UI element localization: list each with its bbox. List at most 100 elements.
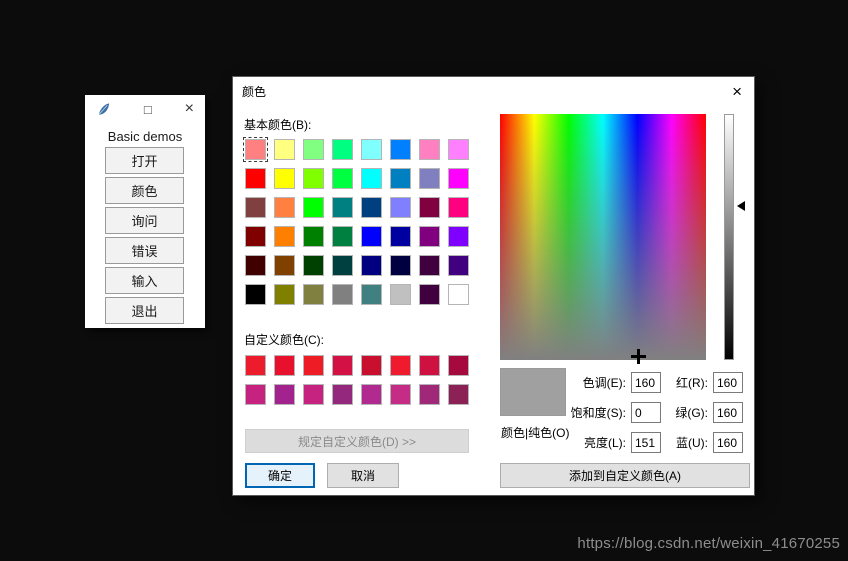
color-swatch[interactable] bbox=[419, 355, 440, 376]
color-swatch[interactable] bbox=[274, 355, 295, 376]
cancel-button[interactable]: 取消 bbox=[327, 463, 399, 488]
demo-window-titlebar[interactable]: □ × bbox=[85, 95, 205, 123]
color-swatch[interactable] bbox=[361, 226, 382, 247]
color-swatch[interactable] bbox=[303, 226, 324, 247]
green-label: 绿(G): bbox=[663, 404, 711, 421]
color-swatch[interactable] bbox=[274, 197, 295, 218]
color-swatch[interactable] bbox=[303, 168, 324, 189]
color-swatch[interactable] bbox=[303, 355, 324, 376]
color-swatch[interactable] bbox=[245, 168, 266, 189]
demo-button-open[interactable]: 打开 bbox=[105, 147, 184, 174]
color-swatch[interactable] bbox=[419, 197, 440, 218]
basic-colors-grid bbox=[245, 139, 469, 305]
color-swatch[interactable] bbox=[448, 168, 469, 189]
add-to-custom-colors-button[interactable]: 添加到自定义颜色(A) bbox=[500, 463, 750, 488]
color-swatch[interactable] bbox=[361, 168, 382, 189]
color-swatch[interactable] bbox=[390, 168, 411, 189]
color-swatch[interactable] bbox=[332, 226, 353, 247]
minimize-icon[interactable]: □ bbox=[144, 103, 152, 116]
color-swatch[interactable] bbox=[390, 284, 411, 305]
color-dialog-titlebar[interactable]: 颜色 × bbox=[233, 77, 754, 105]
color-swatch[interactable] bbox=[361, 197, 382, 218]
green-input[interactable] bbox=[713, 402, 743, 423]
watermark-url: https://blog.csdn.net/weixin_41670255 bbox=[577, 535, 840, 552]
color-swatch[interactable] bbox=[390, 197, 411, 218]
color-swatch[interactable] bbox=[419, 284, 440, 305]
demo-window: □ × Basic demos 打开颜色询问错误输入退出 bbox=[85, 95, 205, 328]
luminance-input[interactable] bbox=[631, 432, 661, 453]
color-swatch[interactable] bbox=[245, 284, 266, 305]
color-swatch[interactable] bbox=[419, 139, 440, 160]
color-swatch[interactable] bbox=[361, 284, 382, 305]
demo-button-color[interactable]: 颜色 bbox=[105, 177, 184, 204]
desktop: □ × Basic demos 打开颜色询问错误输入退出 颜色 × 基本颜色(B… bbox=[0, 0, 848, 561]
color-swatch[interactable] bbox=[274, 226, 295, 247]
color-swatch[interactable] bbox=[419, 255, 440, 276]
ok-button[interactable]: 确定 bbox=[245, 463, 315, 488]
color-swatch[interactable] bbox=[274, 384, 295, 405]
color-swatch[interactable] bbox=[448, 255, 469, 276]
color-swatch[interactable] bbox=[274, 255, 295, 276]
demo-button-ask[interactable]: 询问 bbox=[105, 207, 184, 234]
color-swatch[interactable] bbox=[448, 226, 469, 247]
color-swatch[interactable] bbox=[448, 384, 469, 405]
color-swatch[interactable] bbox=[332, 284, 353, 305]
color-swatch[interactable] bbox=[303, 197, 324, 218]
dialog-title: 颜色 bbox=[242, 83, 266, 100]
color-swatch[interactable] bbox=[274, 284, 295, 305]
color-swatch[interactable] bbox=[448, 139, 469, 160]
color-swatch[interactable] bbox=[274, 139, 295, 160]
dialog-close-icon[interactable]: × bbox=[732, 83, 742, 100]
luminance-slider-arrow[interactable] bbox=[737, 201, 745, 211]
color-swatch[interactable] bbox=[390, 255, 411, 276]
red-input[interactable] bbox=[713, 372, 743, 393]
color-swatch[interactable] bbox=[419, 384, 440, 405]
color-swatch[interactable] bbox=[419, 226, 440, 247]
color-swatch[interactable] bbox=[303, 284, 324, 305]
color-swatch[interactable] bbox=[245, 197, 266, 218]
demo-button-exit[interactable]: 退出 bbox=[105, 297, 184, 324]
luminance-slider[interactable] bbox=[724, 114, 734, 360]
color-swatch[interactable] bbox=[245, 139, 266, 160]
tk-feather-icon bbox=[96, 102, 111, 117]
color-swatch[interactable] bbox=[332, 355, 353, 376]
blue-input[interactable] bbox=[713, 432, 743, 453]
color-swatch[interactable] bbox=[361, 139, 382, 160]
color-swatch[interactable] bbox=[332, 255, 353, 276]
color-dialog: 颜色 × 基本颜色(B): 自定义颜色(C): 规定自定义颜色(D) >> 确定… bbox=[232, 76, 755, 496]
color-swatch[interactable] bbox=[448, 284, 469, 305]
color-swatch[interactable] bbox=[245, 355, 266, 376]
custom-colors-label: 自定义颜色(C): bbox=[244, 331, 324, 348]
color-swatch[interactable] bbox=[274, 168, 295, 189]
demo-button-input[interactable]: 输入 bbox=[105, 267, 184, 294]
color-swatch[interactable] bbox=[448, 355, 469, 376]
color-swatch[interactable] bbox=[245, 384, 266, 405]
demo-button-error[interactable]: 错误 bbox=[105, 237, 184, 264]
color-swatch[interactable] bbox=[332, 197, 353, 218]
color-crosshair-marker[interactable] bbox=[631, 349, 646, 364]
saturation-input[interactable] bbox=[631, 402, 661, 423]
color-swatch[interactable] bbox=[419, 168, 440, 189]
color-swatch[interactable] bbox=[303, 139, 324, 160]
color-swatch[interactable] bbox=[332, 168, 353, 189]
color-swatch[interactable] bbox=[245, 255, 266, 276]
hue-saturation-field[interactable] bbox=[500, 114, 706, 360]
color-swatch[interactable] bbox=[390, 139, 411, 160]
color-swatch[interactable] bbox=[332, 139, 353, 160]
color-swatch[interactable] bbox=[361, 355, 382, 376]
define-custom-colors-button: 规定自定义颜色(D) >> bbox=[245, 429, 469, 453]
color-swatch[interactable] bbox=[390, 384, 411, 405]
demo-buttons: 打开颜色询问错误输入退出 bbox=[105, 147, 184, 327]
color-swatch[interactable] bbox=[448, 197, 469, 218]
color-fields: 色调(E):红(R):饱和度(S):绿(G):亮度(L):蓝(U): bbox=[551, 372, 743, 453]
color-swatch[interactable] bbox=[303, 255, 324, 276]
color-swatch[interactable] bbox=[332, 384, 353, 405]
hue-input[interactable] bbox=[631, 372, 661, 393]
color-swatch[interactable] bbox=[361, 255, 382, 276]
color-swatch[interactable] bbox=[390, 355, 411, 376]
color-swatch[interactable] bbox=[390, 226, 411, 247]
color-swatch[interactable] bbox=[303, 384, 324, 405]
close-icon[interactable]: × bbox=[185, 101, 194, 117]
color-swatch[interactable] bbox=[361, 384, 382, 405]
color-swatch[interactable] bbox=[245, 226, 266, 247]
